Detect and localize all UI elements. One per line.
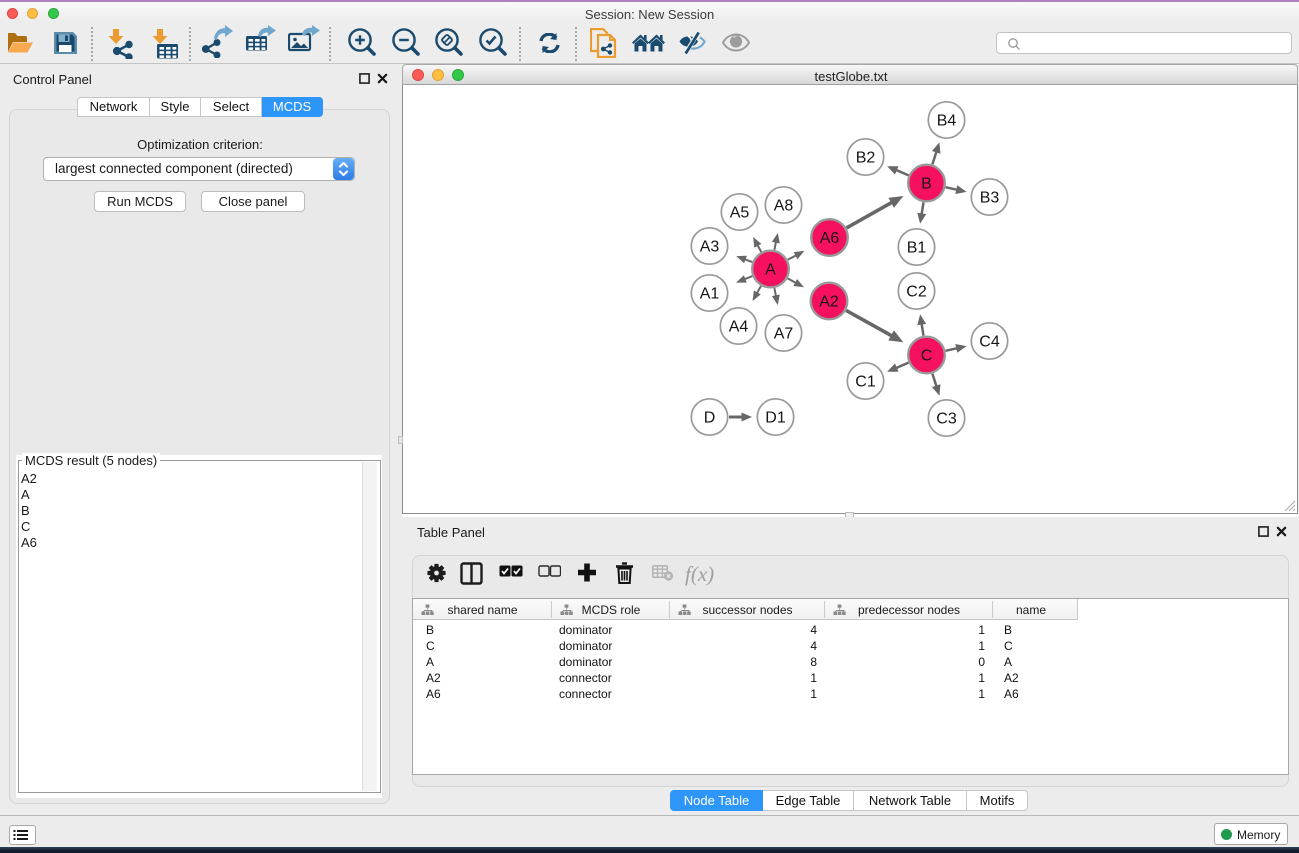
svg-text:A8: A8 (774, 198, 794, 215)
svg-text:A: A (765, 262, 776, 279)
svg-text:A6: A6 (820, 230, 840, 247)
svg-text:B4: B4 (937, 113, 957, 130)
svg-text:B1: B1 (907, 240, 927, 257)
svg-text:A4: A4 (729, 319, 749, 336)
svg-text:C2: C2 (906, 284, 927, 301)
svg-text:C3: C3 (936, 411, 957, 428)
svg-text:C1: C1 (855, 374, 876, 391)
svg-text:B: B (921, 176, 932, 193)
svg-text:A2: A2 (819, 294, 839, 311)
svg-text:A3: A3 (700, 239, 720, 256)
svg-text:C4: C4 (979, 334, 1000, 351)
svg-text:C: C (921, 348, 933, 365)
svg-text:D1: D1 (765, 410, 786, 427)
svg-text:B2: B2 (856, 150, 876, 167)
svg-text:A5: A5 (730, 205, 750, 222)
svg-text:B3: B3 (980, 190, 1000, 207)
svg-text:A1: A1 (700, 286, 720, 303)
svg-text:A7: A7 (774, 326, 794, 343)
svg-text:D: D (704, 410, 716, 427)
